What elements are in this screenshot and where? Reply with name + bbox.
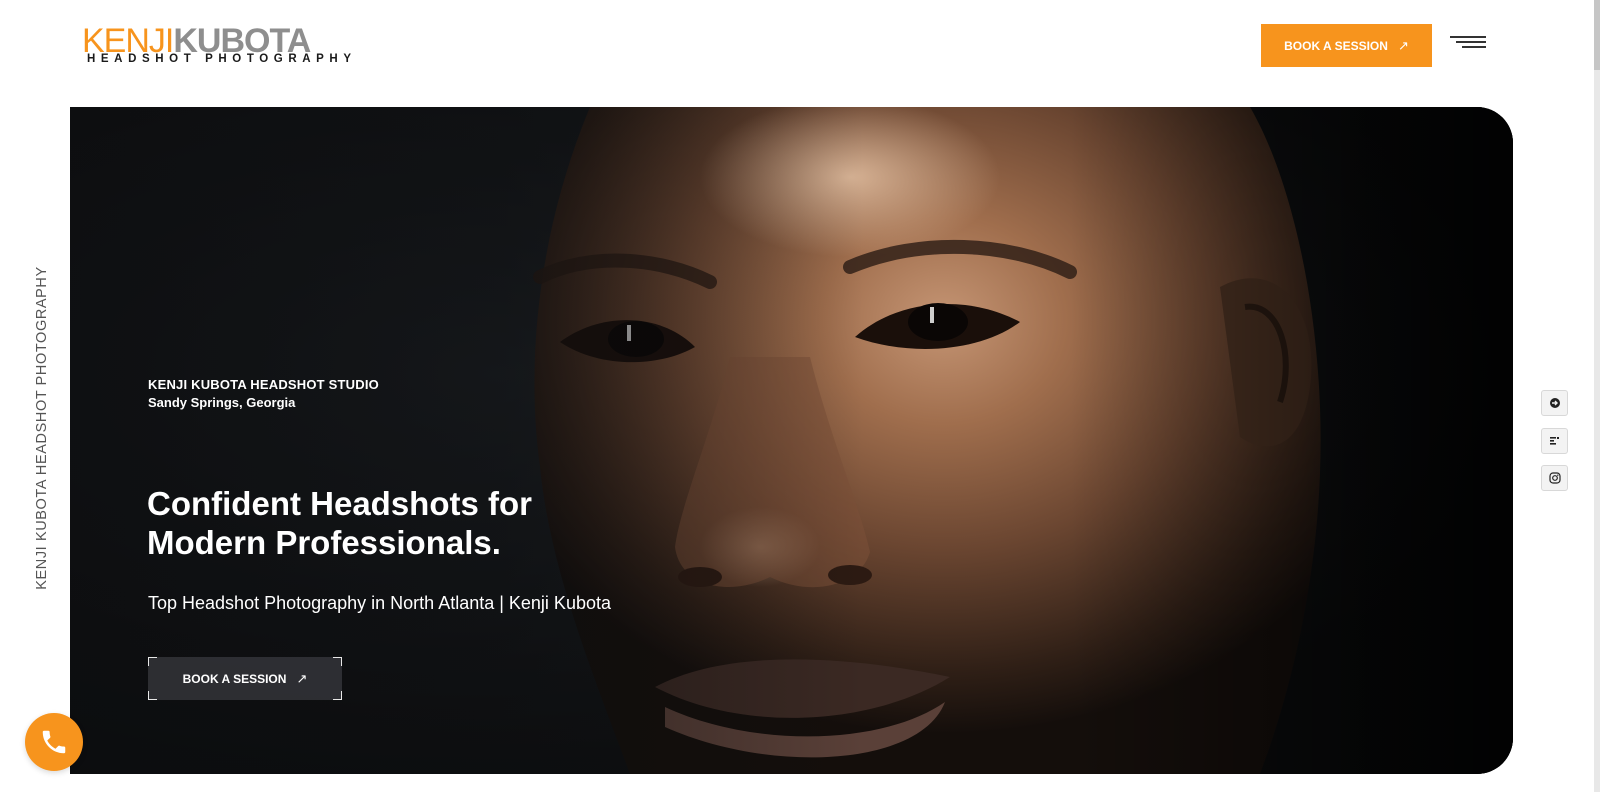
studio-location: Sandy Springs, Georgia (148, 395, 296, 410)
hero-section: KENJI KUBOTA HEADSHOT STUDIO Sandy Sprin… (70, 107, 1513, 774)
call-button[interactable] (25, 713, 83, 771)
logo-tagline: HEADSHOT PHOTOGRAPHY (87, 53, 357, 65)
vertical-side-caption: KENJI KUBOTA HEADSHOT PHOTOGRAPHY (34, 266, 50, 590)
yelp-link[interactable] (1541, 390, 1568, 416)
book-session-header-button[interactable]: BOOK A SESSION ↗ (1261, 24, 1432, 67)
hero-title: Confident Headshots for Modern Professio… (147, 484, 607, 562)
hero-title-line1: Confident Headshots for (147, 485, 532, 522)
page-scrollbar[interactable] (1594, 0, 1600, 792)
phone-icon (42, 730, 66, 754)
instagram-icon (1548, 472, 1561, 484)
logo-wordmark: KENJIKUBOTA (82, 24, 311, 58)
google-business-icon (1549, 437, 1559, 445)
hero-subtitle: Top Headshot Photography in North Atlant… (148, 593, 611, 613)
site-logo[interactable]: KENJIKUBOTA HEADSHOT PHOTOGRAPHY (82, 24, 362, 66)
hamburger-menu-icon[interactable] (1446, 34, 1486, 52)
book-session-label: BOOK A SESSION (182, 671, 287, 686)
instagram-link[interactable] (1541, 465, 1568, 491)
book-session-label: BOOK A SESSION (1284, 38, 1388, 53)
yelp-icon (1549, 398, 1560, 408)
arrow-up-right-icon: ↗ (296, 670, 308, 686)
book-session-hero-button[interactable]: BOOK A SESSION ↗ (148, 657, 342, 700)
studio-name: KENJI KUBOTA HEADSHOT STUDIO (148, 377, 379, 392)
arrow-up-right-icon: ↗ (1397, 37, 1409, 53)
hero-title-line2: Modern Professionals. (147, 524, 501, 561)
google-business-link[interactable] (1541, 428, 1568, 454)
